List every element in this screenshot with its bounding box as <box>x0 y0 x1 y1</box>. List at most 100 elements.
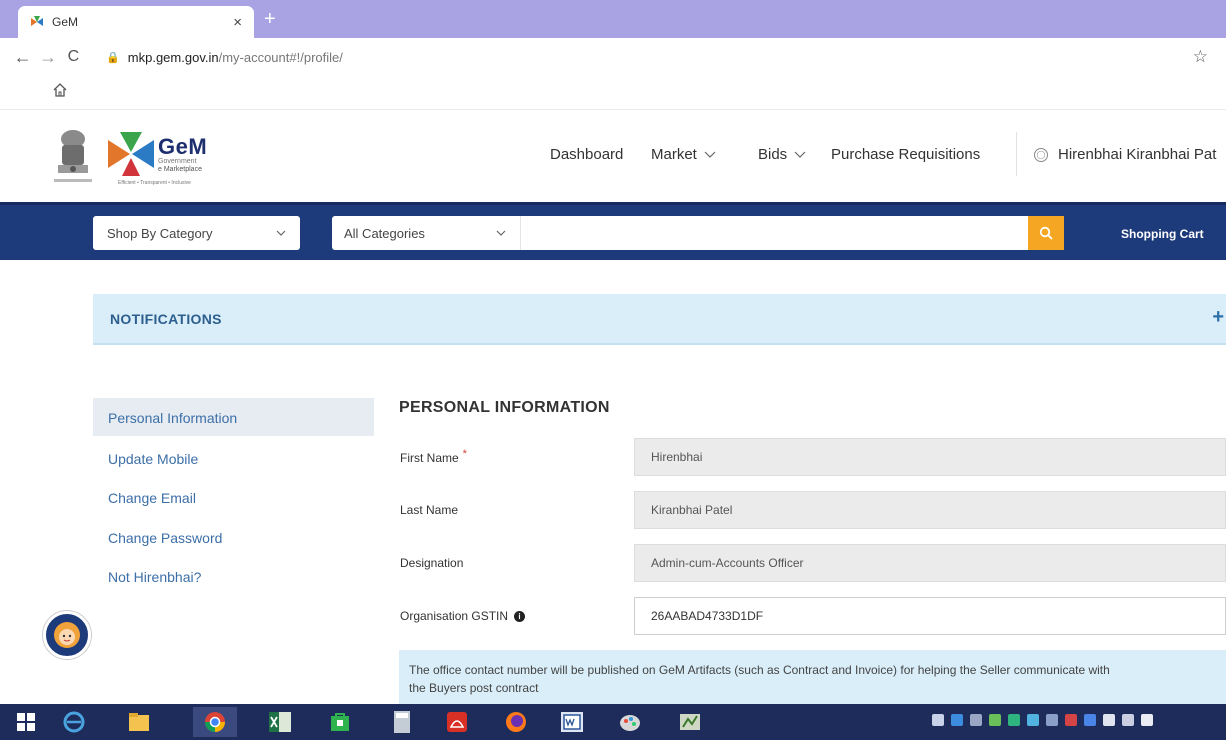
chevron-down-icon <box>704 151 716 158</box>
info-icon[interactable]: i <box>514 610 526 622</box>
nav-market[interactable]: Market <box>651 146 716 163</box>
forward-arrow-icon[interactable]: → <box>35 47 60 68</box>
gem-favicon-icon <box>31 16 43 26</box>
all-categories-select[interactable]: All Categories <box>332 216 520 250</box>
search-input[interactable] <box>520 216 1028 250</box>
designation-field[interactable]: Admin-cum-Accounts Officer <box>634 544 1226 582</box>
last-name-label: Last Name <box>400 503 458 517</box>
tray-icon[interactable] <box>1084 714 1096 726</box>
sidebar-item-update-mobile[interactable]: Update Mobile <box>93 439 374 477</box>
gem-sub-marketplace: e Marketplace <box>158 166 202 173</box>
nav-dashboard[interactable]: Dashboard <box>550 146 623 163</box>
chevron-down-icon <box>794 151 806 158</box>
nav-divider <box>1016 132 1017 176</box>
user-menu[interactable]: ◯ Hirenbhai Kiranbhai Pat <box>1034 146 1216 163</box>
expand-plus-icon[interactable]: + <box>1212 306 1224 329</box>
site-header: GeM Government e Marketplace Efficient •… <box>0 110 1226 202</box>
search-button[interactable] <box>1028 216 1064 250</box>
nav-bids-label: Bids <box>758 146 788 163</box>
tray-icon[interactable] <box>932 714 944 726</box>
notifications-panel[interactable]: NOTIFICATIONS + <box>93 294 1226 345</box>
first-name-label-text: First Name <box>400 451 459 465</box>
system-tray <box>932 714 1153 726</box>
store-icon[interactable] <box>318 707 362 737</box>
nav-dashboard-label: Dashboard <box>550 146 624 163</box>
sidebar-item-personal-information[interactable]: Personal Information <box>93 398 374 436</box>
windows-taskbar <box>0 704 1226 740</box>
info-note-line-2: the Buyers post contract <box>409 681 539 695</box>
address-bar-row: ← → C 🔒 mkp.gem.gov.in/my-account#!/prof… <box>0 38 1226 76</box>
info-note-line-1: The office contact number will be publis… <box>409 663 1110 677</box>
bookmark-star-icon[interactable]: ☆ <box>1193 47 1208 67</box>
organisation-gstin-label: Organisation GSTIN i <box>400 609 526 623</box>
gem-wordmark: GeM <box>158 134 208 159</box>
calculator-icon[interactable] <box>380 707 424 737</box>
paint-icon[interactable] <box>608 707 652 737</box>
designation-label: Designation <box>400 556 463 570</box>
internet-explorer-icon[interactable] <box>52 707 96 737</box>
chevron-down-icon <box>276 230 286 236</box>
chatbot-avatar-icon <box>54 622 80 648</box>
designation-label-text: Designation <box>400 556 464 570</box>
search-icon <box>1039 226 1053 240</box>
volume-icon[interactable] <box>1103 714 1115 726</box>
national-emblem-icon <box>54 130 92 182</box>
flag-icon[interactable] <box>1141 714 1153 726</box>
user-icon: ◯ <box>1034 147 1048 162</box>
bookmark-bar <box>0 76 1226 110</box>
chatbot-button[interactable] <box>43 611 91 659</box>
windows-logo-icon <box>17 713 35 731</box>
nav-purchase-requisitions-label: Purchase Requisitions <box>831 146 981 163</box>
network-icon[interactable] <box>1122 714 1134 726</box>
home-icon[interactable] <box>52 82 68 98</box>
first-name-field[interactable]: Hirenbhai <box>634 438 1226 476</box>
all-categories-label: All Categories <box>344 225 425 241</box>
close-tab-icon[interactable]: × <box>233 14 242 31</box>
browser-tab-strip: GeM × + <box>0 0 1226 38</box>
required-asterisk: * <box>462 448 467 460</box>
new-tab-button[interactable]: + <box>264 8 276 30</box>
last-name-label-text: Last Name <box>400 503 459 517</box>
url-field[interactable]: 🔒 mkp.gem.gov.in/my-account#!/profile/ <box>94 41 1226 73</box>
lock-icon: 🔒 <box>106 51 120 64</box>
last-name-field[interactable]: Kiranbhai Patel <box>634 491 1226 529</box>
contact-number-info-note: The office contact number will be publis… <box>399 650 1226 704</box>
notifications-title: NOTIFICATIONS <box>110 311 222 327</box>
search-strip: Shop By Category All Categories Shopping… <box>0 202 1226 260</box>
windows-start-button[interactable] <box>4 707 48 737</box>
nav-purchase-requisitions[interactable]: Purchase Requisitions <box>831 146 980 163</box>
first-name-label: First Name * <box>400 448 467 465</box>
browser-tab[interactable]: GeM × <box>18 6 254 38</box>
organisation-gstin-field[interactable]: 26AABAD4733D1DF <box>634 597 1226 635</box>
word-icon[interactable] <box>550 707 594 737</box>
personal-information-title: PERSONAL INFORMATION <box>399 399 610 416</box>
shopping-cart-link[interactable]: Shopping Cart <box>1121 227 1204 241</box>
excel-icon[interactable] <box>258 707 302 737</box>
tray-icon[interactable] <box>970 714 982 726</box>
sidebar-item-change-password[interactable]: Change Password <box>93 518 374 556</box>
shop-by-category-label: Shop By Category <box>107 225 213 241</box>
tray-icon[interactable] <box>1027 714 1039 726</box>
acrobat-reader-icon[interactable] <box>435 707 479 737</box>
gem-sub-government: Government <box>158 158 197 165</box>
firefox-icon[interactable] <box>494 707 538 737</box>
chrome-icon[interactable] <box>193 707 237 737</box>
nav-bids[interactable]: Bids <box>758 146 806 163</box>
tray-icon[interactable] <box>951 714 963 726</box>
chevron-down-icon <box>496 230 506 236</box>
back-arrow-icon[interactable]: ← <box>10 47 35 68</box>
sidebar-item-not-user[interactable]: Not Hirenbhai? <box>93 557 374 595</box>
tray-icon[interactable] <box>1065 714 1077 726</box>
url-path: /my-account#!/profile/ <box>218 49 343 65</box>
tray-icon[interactable] <box>1046 714 1058 726</box>
reload-icon[interactable]: C <box>61 48 86 66</box>
app-icon[interactable] <box>668 707 712 737</box>
sidebar-item-change-email[interactable]: Change Email <box>93 478 374 516</box>
tray-icon[interactable] <box>989 714 1001 726</box>
user-name: Hirenbhai Kiranbhai Pat <box>1058 146 1217 163</box>
shop-by-category-select[interactable]: Shop By Category <box>93 216 300 250</box>
nav-market-label: Market <box>651 146 697 163</box>
tray-icon[interactable] <box>1008 714 1020 726</box>
organisation-gstin-label-text: Organisation GSTIN <box>400 609 509 623</box>
file-explorer-icon[interactable] <box>117 707 161 737</box>
